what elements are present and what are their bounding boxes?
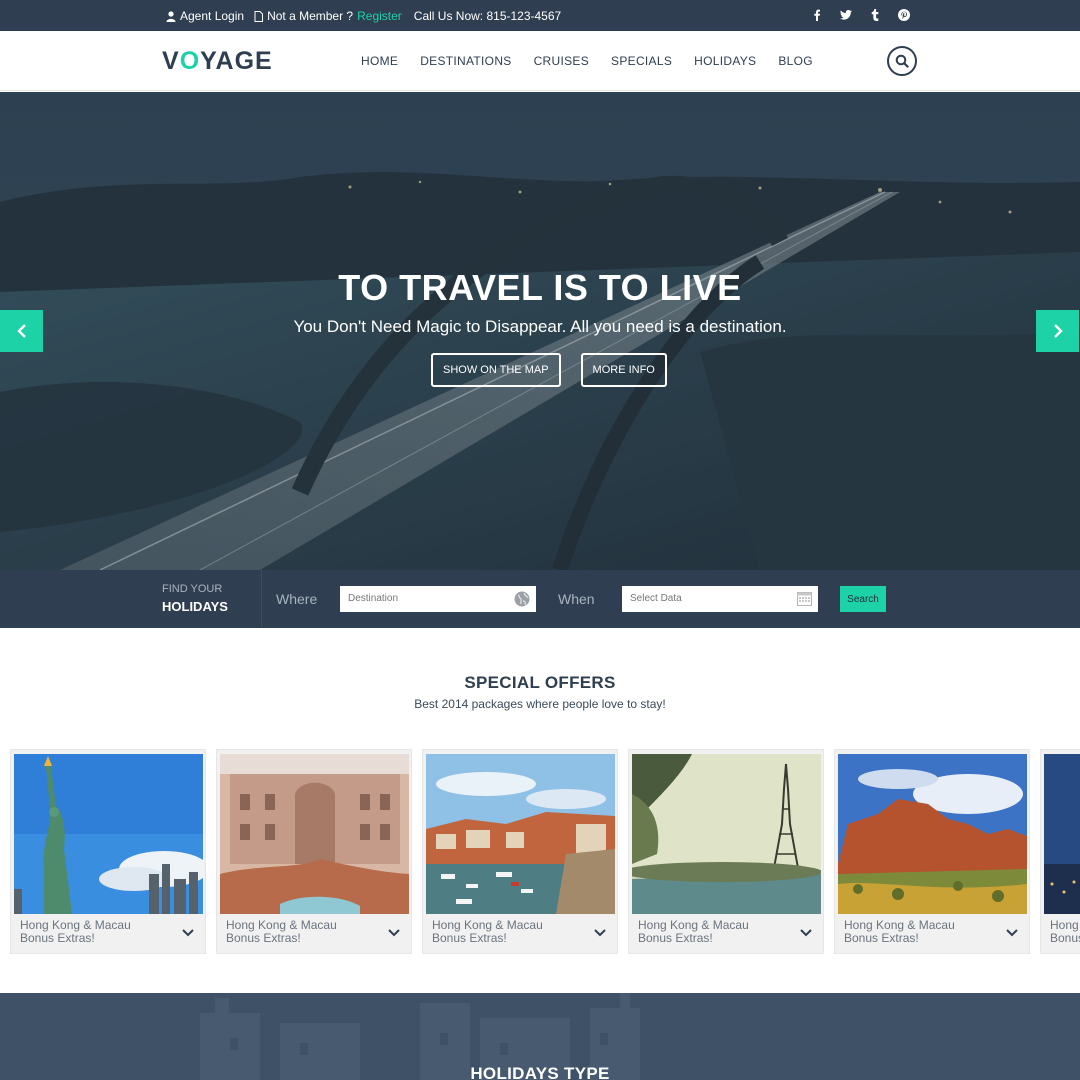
special-offers-subtitle: Best 2014 packages where people love to … [414, 697, 666, 711]
chevron-down-icon[interactable] [1006, 929, 1018, 937]
calendar-icon [797, 592, 812, 606]
holidays-type-title: HOLIDAYS TYPE [470, 1064, 610, 1080]
offer-card[interactable]: Hong Kong & Macau Bonus Extras! [834, 749, 1030, 954]
offer-image-eiffel [632, 754, 821, 914]
offer-image-liberty [14, 754, 203, 914]
phone-text: Call Us Now: 815-123-4567 [413, 9, 562, 23]
slider-prev-button[interactable] [0, 310, 43, 352]
offer-card[interactable]: Hong Kong & Macau Bonus Extras! [10, 749, 206, 954]
chevron-down-icon[interactable] [388, 929, 400, 937]
not-member-text: Not a Member ? [267, 9, 354, 23]
logo-o: O [179, 47, 201, 75]
offer-image-mountains [838, 754, 1027, 914]
more-info-button[interactable]: MORE INFO [580, 353, 667, 387]
destination-placeholder: Destination [348, 593, 399, 604]
user-icon [166, 10, 176, 22]
top-bar-links: Agent Login Not a Member ? Register Call… [166, 9, 561, 23]
holidays-type-section: HOLIDAYS TYPE [0, 993, 1080, 1080]
where-label: Where [276, 591, 318, 607]
search-button[interactable]: Search [840, 586, 886, 612]
find-holidays-heading: FIND YOUR HOLIDAYS [162, 583, 228, 614]
special-offers-title: SPECIAL OFFERS [464, 673, 616, 692]
show-on-map-button[interactable]: SHOW ON THE MAP [431, 353, 561, 387]
offer-subtitle: Bonus [1050, 931, 1080, 945]
date-input[interactable]: Select Data [622, 586, 818, 612]
nav-home[interactable]: HOME [361, 54, 398, 68]
chevron-down-icon[interactable] [800, 929, 812, 937]
offer-caption: Hong Kong & Macau Bonus Extras! [844, 919, 955, 945]
destination-input[interactable]: Destination [340, 586, 536, 612]
offer-caption: Hong Kong & Macau Bonus Extras! [226, 919, 337, 945]
nav-blog[interactable]: BLOG [778, 54, 813, 68]
tumblr-icon[interactable] [869, 8, 881, 22]
globe-icon [514, 591, 530, 607]
offer-caption: Hong Kong & Macau Bonus Extras! [432, 919, 543, 945]
twitter-icon[interactable] [840, 8, 852, 22]
holidays-text: HOLIDAYS [162, 599, 228, 614]
pinterest-icon[interactable] [898, 8, 910, 22]
main-header: VOYAGE HOME DESTINATIONS CRUISES SPECIAL… [0, 31, 1080, 91]
offer-subtitle: Bonus Extras! [638, 931, 713, 945]
slider-next-button[interactable] [1036, 310, 1079, 352]
facebook-icon[interactable] [811, 8, 823, 22]
nav-destinations[interactable]: DESTINATIONS [420, 54, 511, 68]
member-register: Not a Member ? Register [254, 9, 402, 23]
nav-specials[interactable]: SPECIALS [611, 54, 672, 68]
hero-subtitle: You Don't Need Magic to Disappear. All y… [293, 317, 787, 336]
offer-subtitle: Bonus Extras! [226, 931, 301, 945]
hero-title: TO TRAVEL IS TO LIVE [338, 267, 742, 308]
offer-subtitle: Bonus Extras! [20, 931, 95, 945]
offer-card[interactable]: Hong Kong Bonus [1040, 749, 1080, 954]
chevron-down-icon[interactable] [182, 929, 194, 937]
date-placeholder: Select Data [630, 593, 682, 604]
find-your-text: FIND YOUR [162, 583, 223, 595]
document-icon [254, 10, 264, 22]
nav-cruises[interactable]: CRUISES [534, 54, 589, 68]
hero-buttons: SHOW ON THE MAP MORE INFO [431, 353, 667, 387]
offer-card[interactable]: Hong Kong & Macau Bonus Extras! [628, 749, 824, 954]
register-link[interactable]: Register [357, 9, 402, 23]
chevron-right-icon [1053, 324, 1063, 338]
offer-caption: Hong Kong Bonus [1050, 919, 1080, 945]
offer-subtitle: Bonus Extras! [432, 931, 507, 945]
hero-slider: TO TRAVEL IS TO LIVE You Don't Need Magi… [0, 92, 1080, 570]
when-label: When [558, 591, 595, 607]
agent-login-link[interactable]: Agent Login [166, 9, 244, 23]
offer-caption: Hong Kong & Macau Bonus Extras! [20, 919, 131, 945]
logo[interactable]: VOYAGE [162, 47, 273, 76]
social-links [811, 8, 910, 22]
holiday-search-bar: FIND YOUR HOLIDAYS Where Destination Whe… [0, 570, 1080, 628]
agent-login-label: Agent Login [180, 9, 245, 23]
offer-card[interactable]: Hong Kong & Macau Bonus Extras! [422, 749, 618, 954]
logo-v: V [162, 47, 180, 75]
header-search-button[interactable] [887, 46, 917, 76]
offer-image-harbor [426, 754, 615, 914]
offer-caption: Hong Kong & Macau Bonus Extras! [638, 919, 749, 945]
top-bar: Agent Login Not a Member ? Register Call… [0, 0, 1080, 31]
offer-image-fountain [220, 754, 409, 914]
chevron-down-icon[interactable] [594, 929, 606, 937]
chevron-left-icon [16, 324, 26, 338]
search-icon [895, 54, 909, 68]
offer-subtitle: Bonus Extras! [844, 931, 919, 945]
offers-carousel: Hong Kong & Macau Bonus Extras! Hong Kon… [10, 749, 1080, 955]
main-nav: HOME DESTINATIONS CRUISES SPECIALS HOLID… [361, 54, 835, 68]
offer-image-night-city [1044, 754, 1080, 914]
logo-rest: YAGE [200, 47, 273, 75]
divider [261, 570, 262, 628]
offer-card[interactable]: Hong Kong & Macau Bonus Extras! [216, 749, 412, 954]
nav-holidays[interactable]: HOLIDAYS [694, 54, 756, 68]
